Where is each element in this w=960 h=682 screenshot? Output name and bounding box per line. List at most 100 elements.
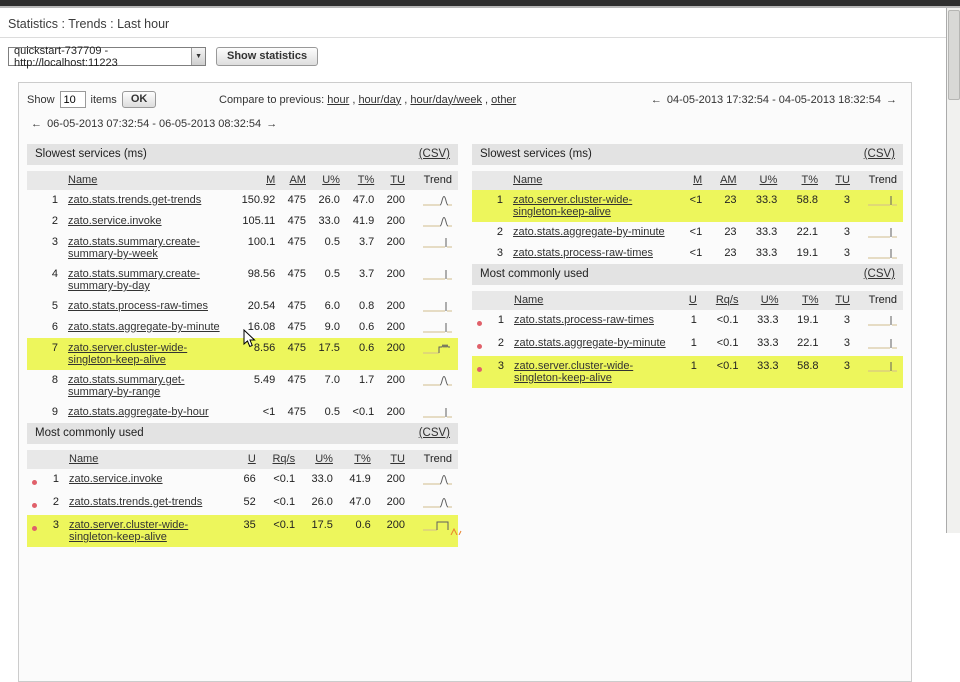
items-label: items (91, 94, 117, 106)
table-row: 2zato.stats.trends.get-trends52<0.126.04… (27, 492, 458, 515)
sort-header-am[interactable]: AM (289, 174, 306, 186)
stat-value: 22.1 (784, 333, 824, 356)
stat-value: 20.54 (233, 296, 280, 317)
table-row: 3zato.stats.summary.create-summary-by-we… (27, 232, 458, 264)
stat-value: 1 (679, 356, 702, 388)
stat-value: 19.1 (784, 310, 824, 333)
compared-range-prev-arrow[interactable]: ← (649, 94, 664, 106)
table-row: 2zato.service.invoke105.1147533.041.9200 (27, 211, 458, 232)
stat-value: 475 (280, 317, 311, 338)
sort-header-u[interactable]: U% (315, 453, 333, 465)
stat-value: 0.6 (345, 338, 379, 370)
compare-link-hour-day-week[interactable]: hour/day/week (410, 94, 482, 106)
compare-label: Compare to previous: (219, 94, 324, 106)
service-link[interactable]: zato.stats.aggregate-by-minute (513, 226, 665, 238)
service-link[interactable]: zato.stats.summary.create-summary-by-wee… (68, 236, 200, 260)
sort-header-rqs[interactable]: Rq/s (716, 294, 739, 306)
section-title: Most commonly used (35, 427, 144, 439)
current-range-next-arrow[interactable]: → (264, 118, 279, 130)
trend-cell (410, 402, 458, 423)
vertical-scrollbar[interactable] (946, 0, 960, 533)
cutoff-sparkline (449, 526, 463, 538)
service-link[interactable]: zato.stats.process-raw-times (513, 247, 653, 259)
service-link[interactable]: zato.server.cluster-wide-singleton-keep-… (514, 360, 633, 384)
service-link[interactable]: zato.stats.trends.get-trends (69, 496, 202, 508)
service-link[interactable]: zato.server.cluster-wide-singleton-keep-… (69, 519, 188, 543)
sort-header-am[interactable]: AM (720, 174, 737, 186)
sort-header-u[interactable]: U (689, 294, 697, 306)
stat-value: 475 (280, 211, 311, 232)
service-link[interactable]: zato.service.invoke (69, 473, 163, 485)
compared-range: ← 04-05-2013 17:32:54 - 04-05-2013 18:32… (649, 94, 903, 106)
stat-value: 9.0 (311, 317, 345, 338)
chevron-down-icon[interactable]: ▼ (191, 48, 205, 65)
service-link[interactable]: zato.stats.aggregate-by-minute (68, 321, 220, 333)
csv-link[interactable]: (CSV) (864, 268, 895, 280)
service-link[interactable]: zato.service.invoke (68, 215, 162, 227)
sort-header-m[interactable]: M (693, 174, 702, 186)
stat-value: 3 (823, 190, 855, 222)
separator: , (482, 94, 491, 106)
stat-value: 1.7 (345, 370, 379, 402)
compare-link-hour[interactable]: hour (327, 94, 349, 106)
items-count-input[interactable] (60, 91, 86, 108)
service-link[interactable]: zato.stats.process-raw-times (514, 314, 654, 326)
stat-value: 3 (824, 333, 855, 356)
sort-header-tu[interactable]: TU (835, 294, 850, 306)
scrollbar-thumb[interactable] (948, 10, 960, 100)
service-link[interactable]: zato.stats.process-raw-times (68, 300, 208, 312)
service-link[interactable]: zato.stats.aggregate-by-hour (68, 406, 209, 418)
trend-cell (855, 190, 903, 222)
stat-value: <0.1 (702, 310, 744, 333)
stats-table: NameURq/sU%T%TUTrend1zato.service.invoke… (27, 450, 458, 547)
trend-sparkline (867, 337, 898, 350)
bullet-dot-icon (32, 503, 37, 508)
compared-range-next-arrow[interactable]: → (884, 94, 899, 106)
service-link[interactable]: zato.server.cluster-wide-singleton-keep-… (513, 194, 632, 218)
service-link[interactable]: zato.stats.trends.get-trends (68, 194, 201, 206)
sort-header-name[interactable]: Name (514, 294, 543, 306)
service-link[interactable]: zato.stats.aggregate-by-minute (514, 337, 666, 349)
compare-link-other[interactable]: other (491, 94, 516, 106)
row-rank: 1 (472, 190, 508, 222)
sort-header-t[interactable]: T% (802, 174, 819, 186)
table-row: 2zato.stats.aggregate-by-minute<12333.32… (472, 222, 903, 243)
trend-cell (410, 264, 458, 296)
sort-header-tu[interactable]: TU (390, 453, 405, 465)
sort-header-rqs[interactable]: Rq/s (272, 453, 295, 465)
sort-header-m[interactable]: M (266, 174, 275, 186)
bullet-column-header (472, 291, 487, 310)
cluster-select[interactable]: quickstart-737709 - http://localhost:112… (8, 47, 206, 66)
show-statistics-button[interactable]: Show statistics (216, 47, 318, 66)
sort-header-name[interactable]: Name (513, 174, 542, 186)
sort-header-t[interactable]: T% (354, 453, 371, 465)
sort-header-tu[interactable]: TU (835, 174, 850, 186)
service-link[interactable]: zato.stats.summary.create-summary-by-day (68, 268, 200, 292)
sort-header-t[interactable]: T% (802, 294, 819, 306)
sort-header-tu[interactable]: TU (390, 174, 405, 186)
sort-header-u[interactable]: U (248, 453, 256, 465)
sort-header-name[interactable]: Name (69, 453, 98, 465)
service-link[interactable]: zato.server.cluster-wide-singleton-keep-… (68, 342, 187, 366)
ok-button[interactable]: OK (122, 91, 157, 108)
csv-link[interactable]: (CSV) (419, 427, 450, 439)
sort-header-u[interactable]: U% (322, 174, 340, 186)
sort-header-name[interactable]: Name (68, 174, 97, 186)
trend-cell (410, 492, 458, 515)
stat-value: 35 (234, 515, 261, 547)
stat-value: 200 (379, 370, 410, 402)
current-range-prev-arrow[interactable]: ← (29, 118, 44, 130)
mouse-cursor-icon (243, 329, 256, 351)
csv-link[interactable]: (CSV) (419, 148, 450, 160)
section-title: Slowest services (ms) (480, 148, 592, 160)
trend-sparkline (422, 268, 453, 281)
compare-link-hour-day[interactable]: hour/day (358, 94, 401, 106)
row-rank: 2 (27, 211, 63, 232)
trend-sparkline (867, 247, 898, 260)
sort-header-u[interactable]: U% (761, 294, 779, 306)
sort-header-t[interactable]: T% (358, 174, 375, 186)
controls-row: Show items OK Compare to previous: hour … (27, 91, 903, 108)
sort-header-u[interactable]: U% (760, 174, 778, 186)
service-link[interactable]: zato.stats.summary.get-summary-by-range (68, 374, 185, 398)
csv-link[interactable]: (CSV) (864, 148, 895, 160)
